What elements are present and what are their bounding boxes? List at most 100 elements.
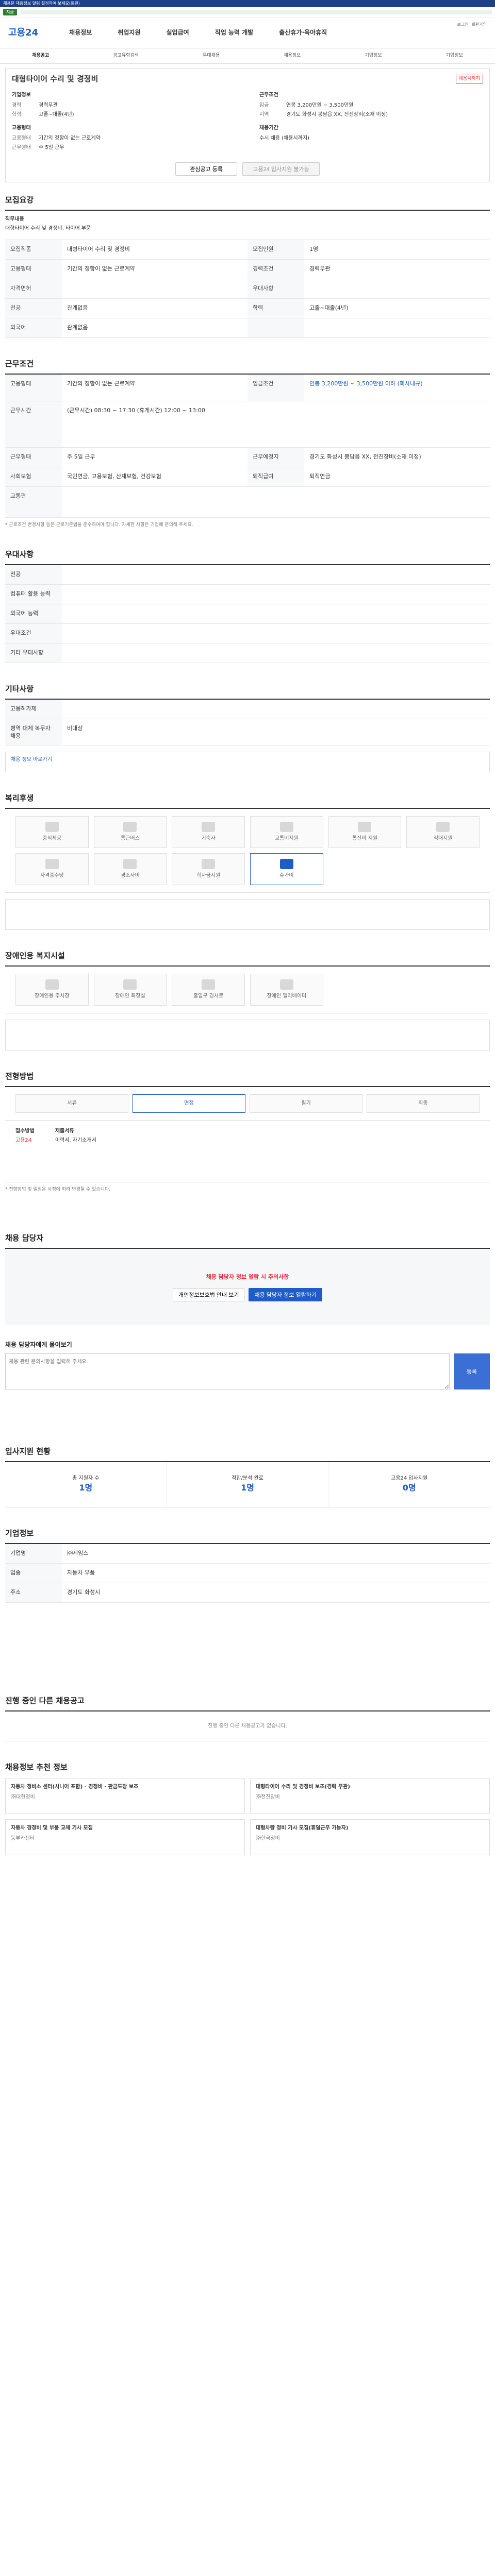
nav-jobs[interactable]: 채용정보 [69, 28, 92, 37]
cell [248, 318, 304, 338]
login-link[interactable]: 로그인 [457, 22, 468, 27]
edu-value: 고졸~대졸(4년) [39, 112, 74, 117]
welfare-item: 통근버스 [93, 816, 167, 849]
cell: 근무예정지 [248, 448, 304, 467]
mode-strip [21, 10, 492, 14]
cell: 사회보험 [5, 467, 62, 487]
cell: 업종 [5, 1564, 62, 1584]
similar-card[interactable]: 대형차량 정비 기사 모집(휴일근무 가능자) ㈜한국정비 [250, 1819, 490, 1856]
cond-note: * 근로조건 변경사항 등은 근로기준법을 준수하여야 합니다. 자세한 사항은… [5, 522, 193, 528]
nav-training[interactable]: 직업 능력 개발 [215, 28, 254, 37]
recruit-section: 모집요강 직무내용 대형타이어 수리 및 경정비, 타이어 부품 모집직종 대형타… [5, 195, 490, 338]
cell: 관계없음 [62, 299, 248, 318]
nav-leave[interactable]: 출산휴가·육아휴직 [279, 28, 327, 37]
recruit-title: 모집요강 [5, 195, 34, 205]
etc-section: 기타사항 고용허가제 병역 대체 복무자 채용 비대상 채용 정보 바로가기 [5, 684, 490, 773]
nav-benefit[interactable]: 실업급여 [167, 28, 189, 37]
cell: 1명 [304, 240, 490, 260]
cell: 고용형태 [5, 260, 62, 279]
others-title: 진행 중인 다른 채용공고 [5, 1696, 85, 1706]
contact-alert: 채용 담당자 정보 열람 시 주의사항 [206, 1273, 289, 1280]
qna-input[interactable] [5, 1353, 450, 1390]
similar-card[interactable]: 자동차 경정비 및 부품 교체 기사 모집 동부카센터 [5, 1819, 245, 1856]
place-label: 지역 [259, 112, 269, 117]
cell: 연봉 3,200만원 ~ 3,500만원 이하 (회사내규) [304, 375, 490, 401]
step: 최종 [367, 1094, 480, 1113]
qna-submit-button[interactable]: 등록 [454, 1353, 490, 1390]
subnav-item[interactable]: 기업정보 [446, 53, 463, 59]
notice-text: 채용된 채용정보 알림 설정하여 보세요(회원) [3, 1, 80, 6]
deadline-value: 수시 채용 (채용시까지) [259, 135, 309, 141]
deadline-badge: 채용시까지 [455, 75, 483, 83]
similar-card[interactable]: 자동차 정비소 센터(시니어 포함) - 경정비 · 판금도장 보조 ㈜대현정비 [5, 1778, 245, 1815]
work-label: 근무형태 [12, 145, 31, 150]
welfare-item: 자격증수당 [15, 853, 89, 886]
disable-grid: 장애인용 주차장 장애인 화장실 출입구 경사로 장애인 엘리베이터 [5, 965, 490, 1014]
welfare-item: 통신비 지원 [328, 816, 402, 849]
view-contact-button[interactable]: 채용 담당자 정보 열람하기 [249, 1288, 322, 1302]
pref-table: 전공 컴퓨터 활용 능력 외국어 능력 우대조건 기타 우대사항 [5, 564, 490, 663]
contact-section: 채용 담당자 채용 담당자 정보 열람 시 주의사항 개인정보보호법 안내 보기… [5, 1233, 490, 1326]
cond-block: 근무조건 임금 연봉 3,200만원 ~ 3,500만원 지역 경기도 화성시 봉담… [259, 92, 483, 151]
cell: 컴퓨터 활용 능력 [5, 584, 62, 604]
cell: 경기도 화성시 [62, 1583, 490, 1603]
facility-item: 장애인 엘리베이터 [250, 974, 323, 1006]
sub-nav: 채용공고 공고유형검색 우대채용 채용정보 기업정보 기업정보 [0, 48, 495, 64]
cell: 전공 [5, 299, 62, 318]
cell [62, 565, 490, 585]
cell [304, 279, 490, 299]
cell: 기타 우대사항 [5, 643, 62, 663]
process-section: 전형방법 서류 면접 필기 최종 접수방법 고용24 제출서류 이력서, 자기소개서… [5, 1071, 490, 1217]
util-links: 로그인 회원가입 [457, 22, 487, 27]
welfare-item-active: 휴가비 [250, 853, 323, 886]
career-value: 경력무관 [39, 103, 58, 108]
subnav-item[interactable]: 우대채용 [203, 53, 220, 59]
similar-card[interactable]: 대형타이어 수리 및 경정비 보조(경력 무관) ㈜전진장비 [250, 1778, 490, 1815]
subnav-item[interactable]: 기업정보 [365, 53, 382, 59]
cell: 주소 [5, 1583, 62, 1603]
etc-link[interactable]: 채용 정보 바로가기 [11, 757, 52, 762]
cond-section: 근무조건 고용형태 기간의 정함이 없는 근로계약 임금조건 연봉 3,200만원 ~… [5, 359, 490, 529]
emp-label-2: 고용형태 [12, 135, 31, 141]
cell [62, 279, 248, 299]
deadline-label: 채용기간 [259, 125, 278, 131]
cell: 국민연금, 고용보험, 산재보험, 건강보험 [62, 467, 248, 487]
apply-button[interactable]: 고용24 입사지원 불가능 [242, 162, 320, 176]
welfare-item: 교통비지원 [250, 816, 323, 849]
disable-etc [5, 1020, 490, 1051]
facility-item: 장애인용 주차장 [15, 974, 89, 1006]
cell: ㈜제임스 [62, 1544, 490, 1564]
cell: 근무시간 [5, 401, 62, 448]
cell: 고졸~대졸(4년) [304, 299, 490, 318]
cell: 고용형태 [5, 375, 62, 401]
step: 서류 [15, 1094, 128, 1113]
company-title: 기업정보 [5, 1529, 34, 1538]
similar-section: 채용정보 추천 정보 자동차 정비소 센터(시니어 포함) - 경정비 · 판금… [5, 1762, 490, 1856]
welfare-title: 복리후생 [5, 793, 34, 803]
logo[interactable]: 고용24 [8, 26, 38, 39]
etc-title: 기타사항 [5, 684, 34, 693]
notice-bar: 채용된 채용정보 알림 설정하여 보세요(회원) [0, 0, 495, 7]
privacy-button[interactable]: 개인정보보호법 안내 보기 [173, 1288, 245, 1302]
interest-button[interactable]: 관심공고 등록 [175, 162, 237, 176]
job-summary: 대형타이어 수리 및 경정비 채용시까지 기업정보 경력 경력무관 학력 고졸~대졸… [5, 68, 490, 182]
others-section: 진행 중인 다른 채용공고 진행 중인 다른 채용공고가 없습니다. [5, 1696, 490, 1742]
work-value: 주 5일 근무 [39, 145, 64, 150]
cell: 기간의 정함이 없는 근로계약 [62, 260, 248, 279]
similar-grid: 자동차 정비소 센터(시니어 포함) - 경정비 · 판금도장 보조 ㈜대현정비 … [5, 1778, 490, 1856]
cell: 학력 [248, 299, 304, 318]
join-link[interactable]: 회원가입 [472, 22, 487, 27]
cell: 기간의 정함이 없는 근로계약 [62, 375, 248, 401]
contact-title: 채용 담당자 [5, 1233, 44, 1243]
stat-item: 총 지원자 수 1명 [5, 1462, 167, 1507]
welfare-item: 학자금지원 [172, 853, 245, 886]
place-value: 경기도 화성시 봉담읍 XX, 전진장비(소재 미정) [286, 112, 388, 117]
nav-support[interactable]: 취업지원 [118, 28, 140, 37]
cell: 모집인원 [248, 240, 304, 260]
subnav-item[interactable]: 공고유형검색 [113, 53, 139, 59]
subnav-item[interactable]: 채용정보 [284, 53, 301, 59]
cell: 병역 대체 복무자 채용 [5, 719, 62, 746]
cell: 교통편 [5, 487, 62, 518]
subnav-item[interactable]: 채용공고 [32, 53, 49, 59]
process-title: 전형방법 [5, 1072, 34, 1081]
